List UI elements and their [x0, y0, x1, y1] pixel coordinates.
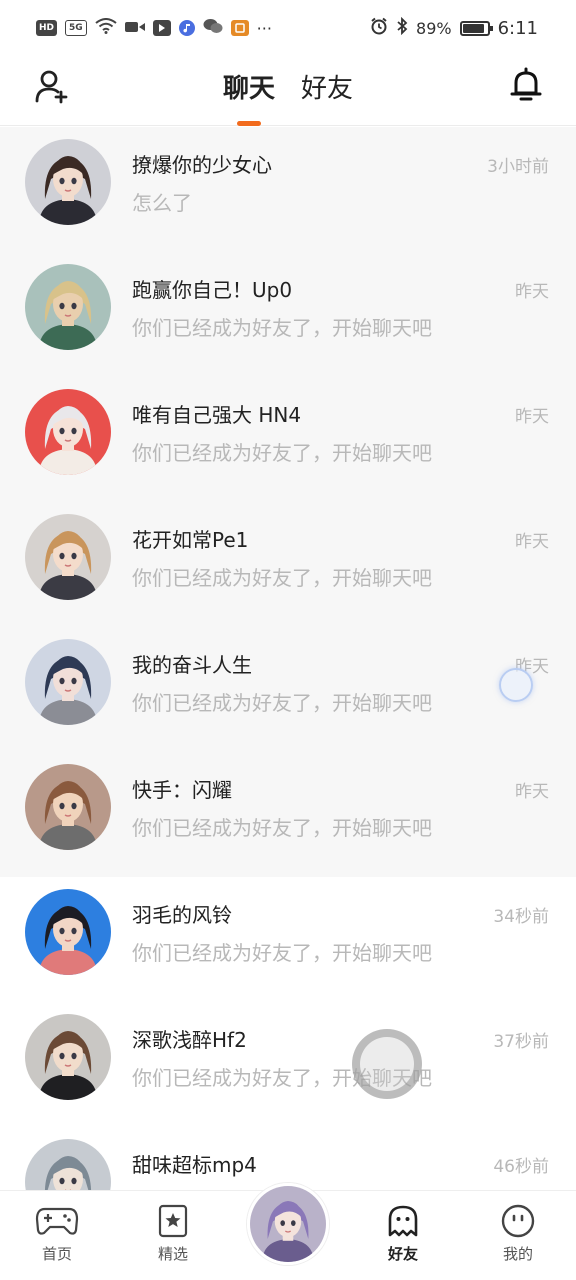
avatar[interactable]	[25, 1139, 111, 1190]
gamepad-icon	[35, 1203, 79, 1239]
nav-profile-label: 我的	[502, 1245, 533, 1263]
chat-contact-name: 甜味超标mp4	[132, 1153, 257, 1177]
chat-contact-name: 我的奋斗人生	[132, 653, 252, 677]
nav-friends[interactable]: 好友	[358, 1203, 448, 1273]
chat-list-item[interactable]: 羽毛的风铃你们已经成为好友了，开始聊天吧 34秒前	[0, 877, 576, 1002]
chat-last-message: 你们已经成为好友了，开始聊天吧	[132, 941, 432, 965]
chat-contact-name: 快手：闪耀	[132, 778, 232, 802]
smiley-icon	[496, 1203, 540, 1239]
notifications-button[interactable]	[504, 66, 548, 108]
chat-timestamp: 昨天	[515, 782, 549, 802]
nav-featured-label: 精选	[157, 1245, 188, 1263]
status-bar: HD 5G ··· 89% 6:11	[0, 0, 576, 56]
hd-icon: HD	[36, 20, 58, 36]
chat-list[interactable]: 撩爆你的少女心 怎么了 3小时前 跑赢你自己！Up0 你们已经成为好友了，开始聊天吧 昨天…	[0, 127, 576, 1190]
avatar[interactable]	[25, 639, 111, 725]
chat-last-message: 你们已经成为好友了，开始聊天吧	[132, 566, 432, 590]
ghost-icon	[381, 1203, 425, 1239]
touch-indicator	[352, 1029, 422, 1099]
avatar[interactable]	[25, 389, 111, 475]
center-avatar-button[interactable]	[247, 1183, 329, 1265]
chat-contact-name: 唯有自己强大 HN4	[132, 403, 302, 427]
avatar[interactable]	[25, 764, 111, 850]
chat-list-item[interactable]: 唯有自己强大 HN4 你们已经成为好友了，开始聊天吧 昨天	[0, 377, 576, 502]
chat-last-message: 你们已经成为好友了，开始聊天吧	[132, 316, 432, 340]
chat-timestamp: 37秒前	[493, 1032, 549, 1052]
arrow-app-icon	[152, 20, 171, 36]
battery-icon	[459, 20, 493, 36]
chat-contact-name: 花开如常Pe1	[132, 528, 249, 552]
chat-last-message: 你们已经成为好友了，开始聊天吧	[132, 441, 432, 465]
chat-timestamp: 昨天	[515, 407, 549, 427]
add-user-icon	[34, 68, 70, 108]
status-bar-left: HD 5G ···	[36, 18, 272, 38]
nav-home[interactable]: 首页	[12, 1203, 102, 1273]
avatar[interactable]	[25, 514, 111, 600]
5g-signal-icon: 5G	[65, 20, 87, 36]
avatar[interactable]	[25, 1014, 111, 1100]
chat-list-item[interactable]: 深歌浅醉Hf2 你们已经成为好友了，开始聊天吧 37秒前	[0, 1002, 576, 1127]
chat-list-item[interactable]: 快手：闪耀你们已经成为好友了，开始聊天吧 昨天	[0, 752, 576, 877]
wechat-icon	[203, 18, 223, 38]
nav-friends-label: 好友	[383, 1245, 423, 1268]
add-friend-button[interactable]	[30, 68, 74, 108]
chat-contact-name: 跑赢你自己！Up0	[132, 278, 293, 302]
tab-chat[interactable]: 聊天	[223, 56, 275, 126]
chat-timestamp: 3小时前	[487, 157, 549, 177]
nav-home-label: 首页	[41, 1245, 72, 1263]
taobao-icon	[230, 20, 249, 36]
battery-percent: 89%	[416, 18, 452, 38]
star-card-icon	[151, 1203, 195, 1239]
tab-friends[interactable]: 好友	[301, 56, 353, 126]
avatar[interactable]	[25, 889, 111, 975]
music-app-icon	[178, 20, 195, 36]
chat-last-message: 怎么了	[132, 191, 192, 215]
chat-list-item[interactable]: 我的奋斗人生 你们已经成为好友了，开始聊天吧 昨天	[0, 627, 576, 752]
nav-profile[interactable]: 我的	[473, 1203, 563, 1273]
avatar[interactable]	[25, 139, 111, 225]
chat-list-item[interactable]: 甜味超标mp4你们已经成为好友了，开始聊天吧46秒前	[0, 1127, 576, 1190]
chat-timestamp: 昨天	[515, 282, 549, 302]
bluetooth-icon	[396, 16, 408, 39]
chat-contact-name: 撩爆你的少女心	[132, 153, 272, 177]
chat-contact-name: 深歌浅醉Hf2	[132, 1028, 247, 1052]
bell-icon	[509, 66, 543, 108]
avatar[interactable]	[25, 264, 111, 350]
video-icon	[124, 19, 145, 38]
clock: 6:11	[497, 17, 538, 39]
more-notifications-icon: ···	[256, 18, 272, 38]
top-bar: 聊天 好友	[0, 56, 576, 126]
chat-last-message: 你们已经成为好友了，开始聊天吧	[132, 816, 432, 840]
wifi-icon	[95, 18, 117, 38]
status-bar-right: 89% 6:11	[370, 16, 538, 39]
alarm-icon	[370, 17, 388, 39]
chat-contact-name: 羽毛的风铃	[132, 903, 232, 927]
touch-indicator	[499, 668, 533, 702]
chat-list-item[interactable]: 花开如常Pe1 你们已经成为好友了，开始聊天吧 昨天	[0, 502, 576, 627]
battery-level	[462, 23, 484, 33]
chat-timestamp: 昨天	[515, 532, 549, 552]
bottom-navigation: 首页 精选 好友 我的	[0, 1183, 576, 1280]
chat-list-item[interactable]: 跑赢你自己！Up0 你们已经成为好友了，开始聊天吧 昨天	[0, 252, 576, 377]
chat-list-item[interactable]: 撩爆你的少女心 怎么了 3小时前	[0, 127, 576, 252]
chat-last-message: 你们已经成为好友了，开始聊天吧	[132, 691, 432, 715]
tab-bar: 聊天 好友	[0, 56, 576, 126]
chat-timestamp: 34秒前	[493, 907, 549, 927]
chat-timestamp: 46秒前	[493, 1157, 549, 1177]
nav-featured[interactable]: 精选	[128, 1203, 218, 1273]
